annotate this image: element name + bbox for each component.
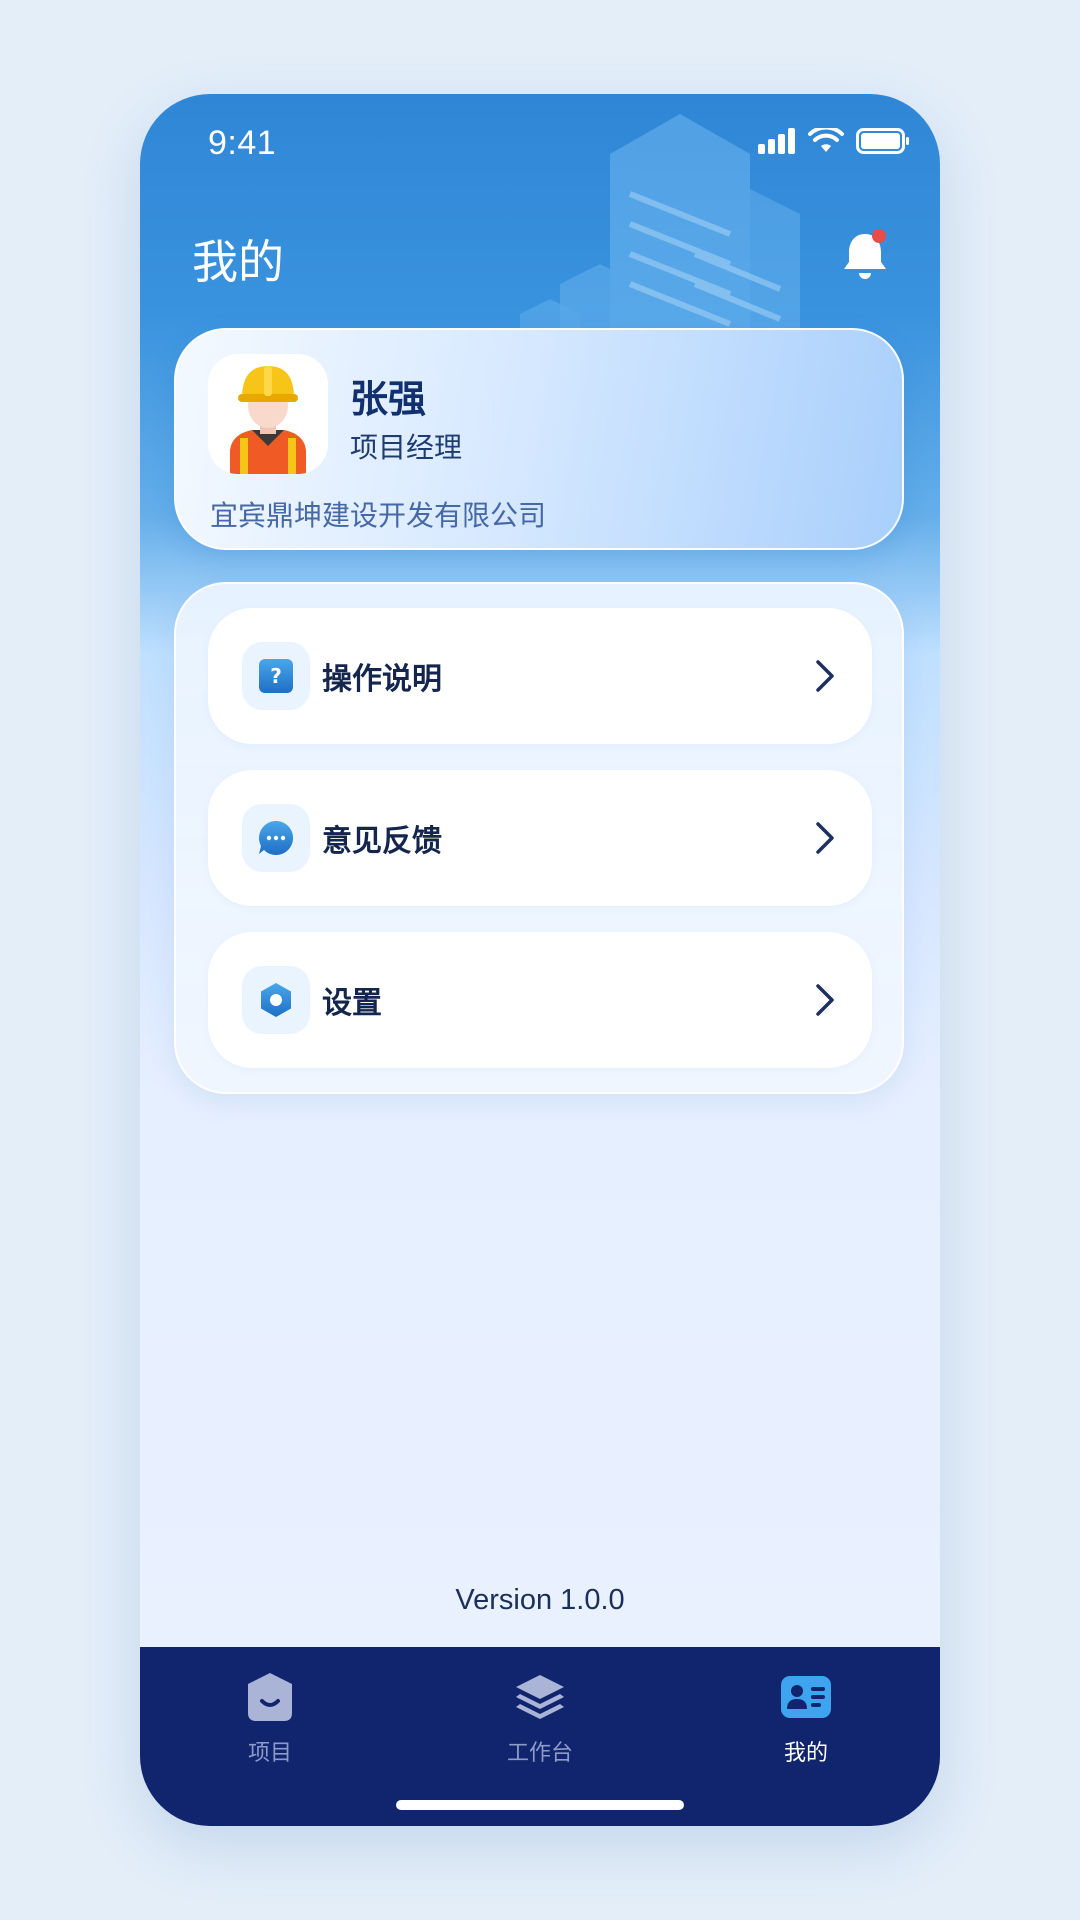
user-role: 项目经理 [350,431,463,464]
menu-item-feedback[interactable]: 意见反馈 [208,770,872,906]
tab-label-project: 项目 [247,1741,292,1766]
profile-card-icon [781,1676,831,1718]
menu-label-settings: 设置 [322,986,382,1021]
settings-icon [242,966,310,1034]
tab-project[interactable]: 项目 [190,1669,350,1767]
battery-icon [856,128,909,154]
menu-item-settings[interactable]: 设置 [208,932,872,1068]
app-version: Version 1.0.0 [455,1584,625,1616]
status-bar: 9:41 [140,94,940,194]
worker-avatar-icon [230,366,306,474]
company-name: 宜宾鼎坤建设开发有限公司 [210,499,547,532]
user-name: 张强 [350,377,427,421]
chevron-right-icon [816,822,834,854]
help-icon: ? [242,642,310,710]
avatar[interactable] [208,354,328,474]
page-title: 我的 [192,235,284,289]
menu-panel: ? 操作说明 意见反馈 设置 [174,582,904,1094]
chevron-right-icon [816,660,834,692]
feedback-icon [242,804,310,872]
signal-icon [758,128,795,154]
status-icons [758,128,910,154]
status-time: 9:41 [208,124,277,162]
tab-label-mine: 我的 [783,1741,828,1766]
layers-icon [516,1675,564,1719]
menu-label-feedback: 意见反馈 [322,824,442,859]
tab-workbench[interactable]: 工作台 [460,1669,620,1767]
project-icon [248,1673,292,1721]
tab-mine[interactable]: 我的 [726,1669,886,1767]
wifi-icon [808,128,844,152]
chevron-right-icon [816,984,834,1016]
profile-card[interactable]: 张强 项目经理 宜宾鼎坤建设开发有限公司 [174,328,904,550]
notification-dot [872,229,886,243]
notification-bell-icon[interactable] [840,228,890,284]
tab-label-workbench: 工作台 [506,1741,573,1766]
menu-label-help: 操作说明 [322,662,442,697]
phone-screen: 9:41 我的 张强 项目经理 宜宾鼎坤建设开发有限公司 ? 操作说明 意见反馈… [140,94,940,1826]
menu-item-help[interactable]: ? 操作说明 [208,608,872,744]
home-indicator [396,1800,684,1810]
svg-text:?: ? [270,664,282,688]
